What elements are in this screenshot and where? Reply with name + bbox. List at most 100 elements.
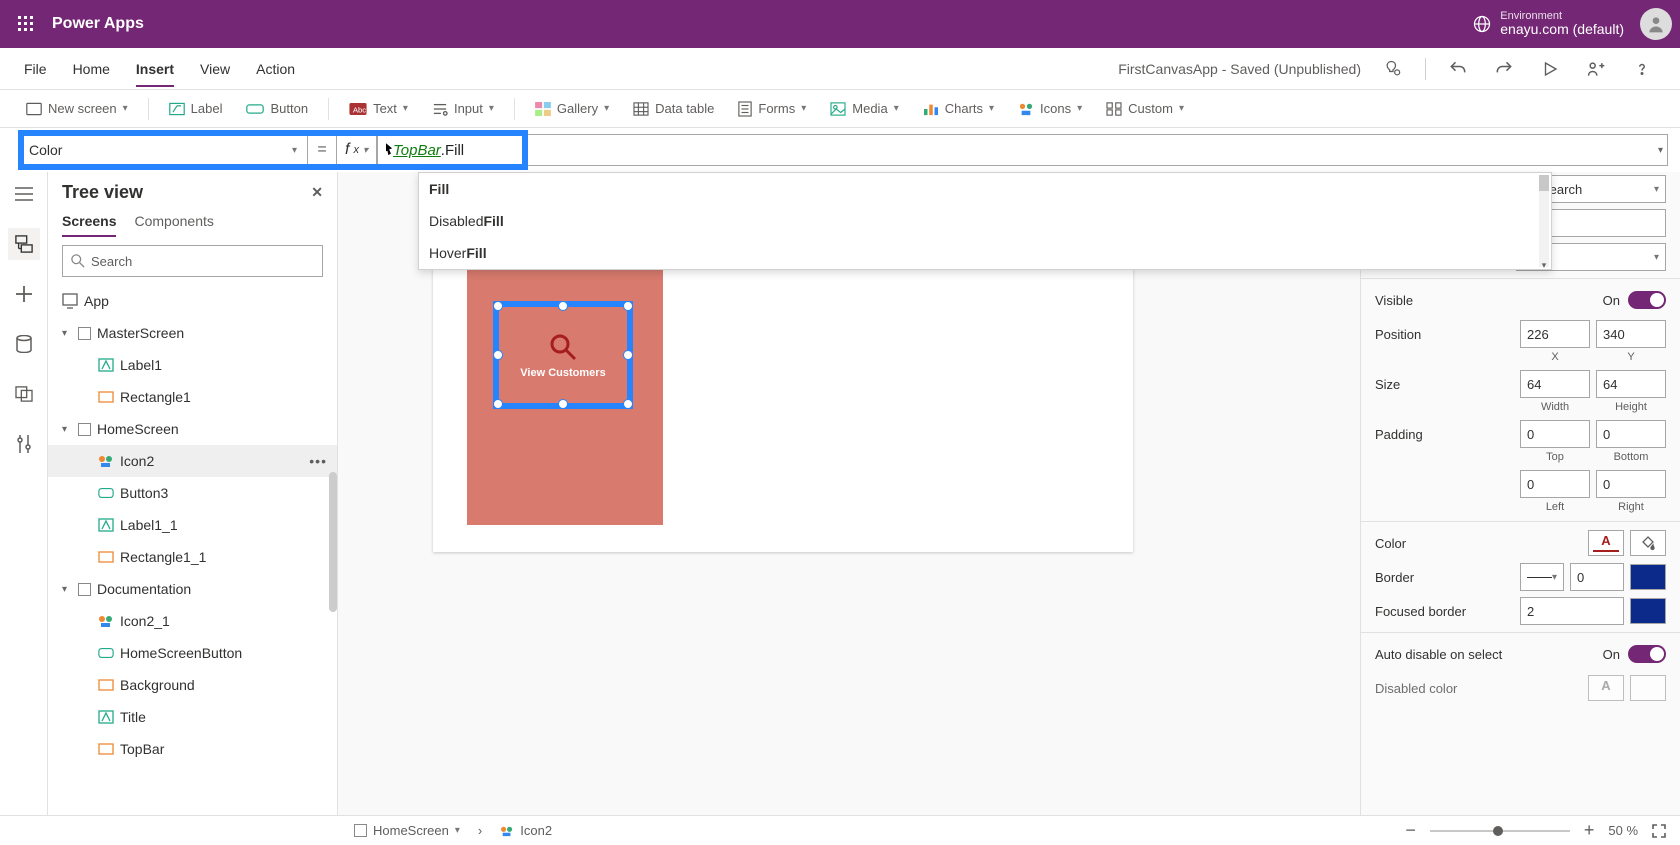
autocomplete-scroll-thumb[interactable]	[1539, 175, 1549, 191]
tree-node-rectangle1[interactable]: Rectangle1	[48, 381, 337, 413]
rail-insert-icon[interactable]	[8, 278, 40, 310]
zoom-in-button[interactable]: +	[1584, 820, 1595, 841]
resize-handle[interactable]	[623, 301, 633, 311]
app-checker-icon[interactable]	[1379, 55, 1407, 83]
prop-visible-toggle[interactable]	[1628, 291, 1666, 309]
more-icon[interactable]: •••	[309, 453, 327, 469]
tree-node-icon2-1[interactable]: Icon2_1	[48, 605, 337, 637]
prop-focused-border-color-swatch[interactable]	[1630, 598, 1666, 624]
prop-pad-left[interactable]: 0	[1520, 470, 1590, 498]
tree-scroll-thumb[interactable]	[329, 472, 337, 612]
resize-handle[interactable]	[558, 301, 568, 311]
prop-focused-border-width[interactable]: 2	[1520, 597, 1624, 625]
ribbon-label[interactable]: Label	[161, 97, 231, 120]
checkbox[interactable]	[78, 583, 91, 596]
breadcrumb-screen[interactable]: HomeScreen ▾	[354, 823, 460, 838]
tree-node-app[interactable]: App	[48, 285, 337, 317]
prop-pad-bottom[interactable]: 0	[1596, 420, 1666, 448]
canvas-card[interactable]: View Customers	[467, 235, 663, 525]
prop-disabled-fill-swatch[interactable]	[1630, 675, 1666, 701]
ribbon-new-screen[interactable]: New screen ▾	[18, 97, 136, 120]
autocomplete-option-fill[interactable]: Fill	[419, 173, 1551, 205]
fx-button[interactable]: fx ▾	[336, 134, 377, 166]
zoom-slider-knob[interactable]	[1493, 826, 1503, 836]
tree-node-icon2[interactable]: Icon2 •••	[48, 445, 337, 477]
redo-icon[interactable]	[1490, 55, 1518, 83]
tab-screens[interactable]: Screens	[62, 213, 116, 237]
tree-search-input[interactable]: Search	[62, 245, 323, 277]
menu-file[interactable]: File	[24, 51, 47, 87]
ribbon-data-table[interactable]: Data table	[625, 97, 722, 120]
play-icon[interactable]	[1536, 55, 1564, 83]
menu-insert[interactable]: Insert	[136, 51, 174, 87]
ribbon-input[interactable]: Input ▾	[424, 97, 502, 120]
breadcrumb-selected[interactable]: Icon2	[500, 823, 552, 838]
autocomplete-option-hoverfill[interactable]: HoverFill	[419, 237, 1551, 269]
menu-view[interactable]: View	[200, 51, 230, 87]
share-icon[interactable]	[1582, 55, 1610, 83]
tree-node-button3[interactable]: Button3	[48, 477, 337, 509]
ribbon-media[interactable]: Media ▾	[822, 97, 906, 120]
prop-pad-right[interactable]: 0	[1596, 470, 1666, 498]
prop-disabled-color-swatch[interactable]: A	[1588, 675, 1624, 701]
prop-color-font-swatch[interactable]: A	[1588, 530, 1624, 556]
undo-icon[interactable]	[1444, 55, 1472, 83]
prop-border-color-swatch[interactable]	[1630, 564, 1666, 590]
autocomplete-option-disabledfill[interactable]: DisabledFill	[419, 205, 1551, 237]
menu-action[interactable]: Action	[256, 51, 295, 87]
rail-data-icon[interactable]	[8, 328, 40, 360]
selected-icon2[interactable]: View Customers	[493, 301, 633, 409]
resize-handle[interactable]	[493, 399, 503, 409]
resize-handle[interactable]	[493, 301, 503, 311]
chevron-down-icon[interactable]: ▾	[62, 424, 72, 435]
prop-border-width[interactable]: 0	[1570, 563, 1624, 591]
ribbon-button[interactable]: Button	[238, 97, 316, 120]
tab-components[interactable]: Components	[134, 213, 213, 237]
checkbox[interactable]	[354, 824, 367, 837]
ribbon-charts[interactable]: Charts ▾	[915, 97, 1002, 120]
ribbon-forms[interactable]: Forms ▾	[730, 97, 814, 121]
tree-node-homescreenbutton[interactable]: HomeScreenButton	[48, 637, 337, 669]
tree-node-label1[interactable]: Label1	[48, 349, 337, 381]
chevron-down-icon[interactable]: ▾	[62, 584, 72, 595]
checkbox[interactable]	[78, 423, 91, 436]
chevron-down-icon[interactable]: ▾	[1539, 260, 1549, 270]
zoom-out-button[interactable]: −	[1405, 820, 1416, 841]
tree-node-label1-1[interactable]: Label1_1	[48, 509, 337, 541]
ribbon-icons[interactable]: Icons ▾	[1010, 97, 1090, 120]
rail-hamburger-icon[interactable]	[8, 178, 40, 210]
prop-position-x[interactable]: 226	[1520, 320, 1590, 348]
zoom-slider[interactable]	[1430, 830, 1570, 832]
tree-node-topbar[interactable]: TopBar	[48, 733, 337, 765]
resize-handle[interactable]	[623, 399, 633, 409]
prop-size-h[interactable]: 64	[1596, 370, 1666, 398]
tree-node-title[interactable]: Title	[48, 701, 337, 733]
tree-node-masterscreen[interactable]: ▾ MasterScreen	[48, 317, 337, 349]
prop-color-fill-swatch[interactable]	[1630, 530, 1666, 556]
fit-screen-icon[interactable]	[1652, 824, 1666, 838]
menu-home[interactable]: Home	[73, 51, 110, 87]
environment-picker[interactable]: Environment enayu.com (default)	[1472, 10, 1624, 37]
property-selector[interactable]: Color ▾	[18, 134, 308, 166]
prop-auto-disable-toggle[interactable]	[1628, 645, 1666, 663]
rail-media-icon[interactable]	[8, 378, 40, 410]
chevron-down-icon[interactable]: ▾	[62, 328, 72, 339]
checkbox[interactable]	[78, 327, 91, 340]
ribbon-gallery[interactable]: Gallery ▾	[527, 97, 617, 120]
tree-node-rectangle1-1[interactable]: Rectangle1_1	[48, 541, 337, 573]
tree-node-homescreen[interactable]: ▾ HomeScreen	[48, 413, 337, 445]
close-icon[interactable]: ✕	[311, 184, 323, 201]
resize-handle[interactable]	[558, 399, 568, 409]
avatar[interactable]	[1640, 8, 1672, 40]
prop-pad-top[interactable]: 0	[1520, 420, 1590, 448]
rail-tree-view-icon[interactable]	[8, 228, 40, 260]
chevron-down-icon[interactable]: ▾	[1658, 145, 1663, 156]
prop-position-y[interactable]: 340	[1596, 320, 1666, 348]
tree-node-background[interactable]: Background	[48, 669, 337, 701]
ribbon-custom[interactable]: Custom ▾	[1098, 97, 1192, 120]
help-icon[interactable]	[1628, 55, 1656, 83]
prop-size-w[interactable]: 64	[1520, 370, 1590, 398]
resize-handle[interactable]	[623, 350, 633, 360]
ribbon-text[interactable]: Abc Text ▾	[341, 97, 416, 120]
formula-input[interactable]: TopBar.Fill ▾	[377, 134, 1668, 166]
